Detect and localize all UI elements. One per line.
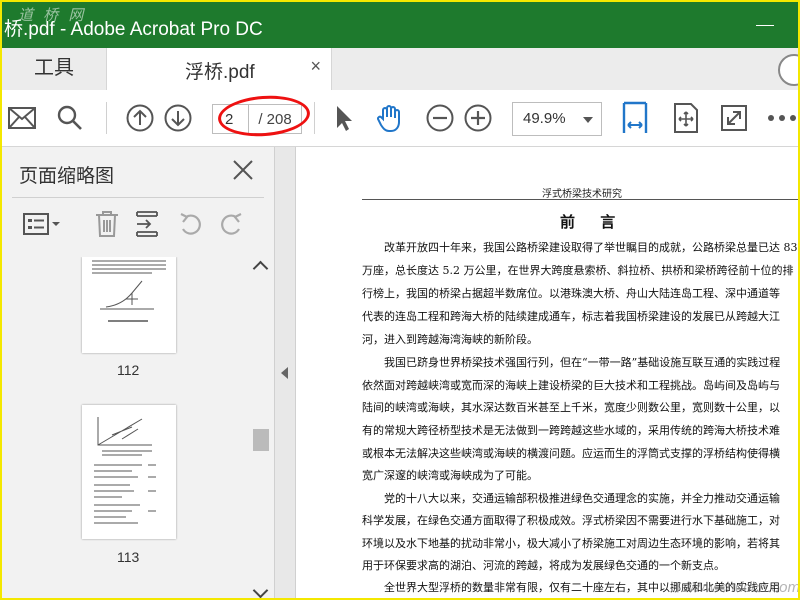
title-watermark: 道 桥 网 (18, 7, 87, 24)
collapse-panel-icon[interactable] (281, 367, 288, 379)
document-line: 代表的连岛工程和跨海大桥的陆续建成通车，标志着我国桥梁建设的发展已从跨越大江 (362, 310, 780, 323)
title-bar: 桥.pdf - Adobe Acrobat Pro DC 道 桥 网 (2, 2, 798, 48)
tab-document[interactable]: 浮桥.pdf × (106, 48, 332, 91)
close-tab-icon[interactable]: × (310, 56, 321, 77)
page-thumbnails-panel: 页面缩略图 112 113 (2, 147, 275, 598)
hand-tool-icon[interactable] (374, 102, 406, 134)
more-options-icon[interactable] (766, 102, 798, 134)
page-thumbnail-112[interactable] (82, 257, 176, 353)
running-head: 浮式桥梁技术研究 (542, 189, 622, 200)
zoom-select[interactable]: 49.9% (512, 102, 602, 136)
tab-document-label: 浮桥.pdf (185, 62, 255, 83)
fit-page-icon[interactable] (670, 102, 702, 134)
page-thumbnail-113[interactable] (82, 405, 176, 539)
document-line: 我国已跻身世界桥梁技术强国行列，但在“一带一路”基础设施互联互通的实践过程 (384, 356, 781, 369)
document-line: 科学发展，在绿色交通方面取得了积极成效。浮式桥梁因不需要进行水下基础施工，对 (362, 514, 780, 527)
thumbnail-label: 113 (117, 549, 140, 565)
toolbar: 2 / 208 49.9% (2, 90, 798, 147)
panel-collapse-bar[interactable] (275, 147, 296, 598)
account-icon[interactable] (778, 54, 798, 86)
toolbar-divider (106, 102, 107, 134)
document-view[interactable]: 浮式桥梁技术研究 前 言 改革开放四十年来，我国公路桥梁建设取得了举世瞩目的成就… (296, 147, 800, 598)
header-rule (362, 199, 798, 200)
fit-width-icon[interactable] (619, 101, 651, 134)
document-line: 依然面对跨越峡湾或宽而深的海峡上建设桥梁的巨大技术和工程挑战。岛屿间及岛屿与 (362, 379, 780, 392)
insert-page-icon[interactable] (134, 209, 160, 239)
zoom-out-icon[interactable] (424, 102, 456, 134)
minimize-button[interactable] (750, 10, 780, 40)
document-line: 陆间的峡湾或海峡，其水深达数百米甚至上千米，宽度少则数公里，宽则数十公里，以 (362, 401, 780, 414)
chevron-down-icon (583, 117, 593, 123)
close-icon[interactable] (232, 159, 254, 181)
document-line: 环境以及水下地基的扰动非常小，极大减小了桥梁施工对周边生态环境的影响，若将其 (362, 537, 780, 550)
options-menu-icon[interactable] (22, 209, 62, 239)
full-screen-icon[interactable] (718, 102, 750, 134)
previous-page-icon[interactable] (124, 102, 156, 134)
zoom-value: 49.9% (523, 110, 566, 127)
next-page-icon[interactable] (162, 102, 194, 134)
scroll-down-icon[interactable] (252, 582, 269, 598)
scroll-thumb[interactable] (253, 429, 269, 451)
tab-tools[interactable]: 工具 (2, 48, 106, 90)
rotate-right-icon[interactable] (218, 209, 244, 239)
panel-divider (12, 197, 264, 198)
document-line: 万座，总长度达 5.2 万公里，在世界大跨度悬索桥、斜拉桥、拱桥和梁桥跨径前十位… (362, 264, 794, 277)
mail-icon[interactable] (6, 102, 38, 134)
document-line: 河，进入到跨越海湾海峡的新阶段。 (362, 333, 538, 346)
select-cursor-icon[interactable] (328, 102, 360, 134)
rotate-left-icon[interactable] (178, 209, 204, 239)
toolbar-divider (314, 102, 315, 134)
document-line: 宽广深邃的峡湾或海峡成为了可能。 (362, 469, 538, 482)
thumbnail-list: 112 113 (2, 257, 246, 598)
thumbnail-label: 112 (117, 362, 140, 378)
document-line: 或根本无法解决这些峡湾或海峡的横渡问题。应运而生的浮筒式支撑的浮桥结构使得横 (362, 447, 780, 460)
delete-page-icon[interactable] (94, 209, 120, 239)
search-icon[interactable] (54, 102, 86, 134)
thumbnail-scrollbar[interactable] (250, 257, 272, 598)
scroll-up-icon[interactable] (252, 260, 269, 277)
zoom-in-icon[interactable] (462, 102, 494, 134)
document-line: 用于环保要求高的湖泊、河流的跨越，将成为发展绿色交通的一个新支点。 (362, 559, 725, 572)
acrobat-window: 桥.pdf - Adobe Acrobat Pro DC 道 桥 网 工具 浮桥… (0, 0, 800, 600)
document-line: 党的十八大以来，交通运输部积极推进绿色交通理念的实施，并全力推动交通运输 (384, 492, 780, 505)
panel-title: 页面缩略图 (19, 166, 115, 187)
tab-bar: 工具 浮桥.pdf × (2, 48, 798, 91)
document-line: 改革开放四十年来，我国公路桥梁建设取得了举世瞩目的成就，公路桥梁总量已达 83 (384, 241, 798, 254)
site-watermark: www.cnddcn.com (683, 579, 800, 596)
document-heading: 前 言 (560, 213, 626, 231)
document-line: 有的常规大跨径桥型技术是无法做到一跨跨越这些水域的，采用传统的跨海大桥技术难 (362, 424, 780, 437)
document-line: 行榜上，我国的桥梁占据超半数席位。以港珠澳大桥、舟山大陆连岛工程、深中通道等 (362, 287, 780, 300)
